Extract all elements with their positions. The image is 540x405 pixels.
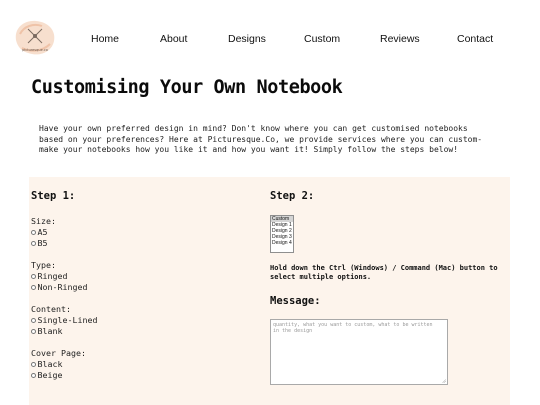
- radio-button[interactable]: [31, 361, 36, 367]
- design-multiselect[interactable]: Custom Design 1 Design 2 Design 3 Design…: [270, 215, 294, 253]
- size-option-b5[interactable]: B5: [31, 238, 48, 248]
- step2-title: Step 2:: [270, 190, 315, 202]
- page-title: Customising Your Own Notebook: [31, 77, 343, 98]
- cover-option-beige[interactable]: Beige: [31, 370, 62, 380]
- type-option-non-ringed[interactable]: Non-Ringed: [31, 282, 87, 292]
- logo-text: picturesque.co: [22, 48, 48, 52]
- radio-button[interactable]: [31, 284, 36, 290]
- intro-paragraph: Have your own preferred design in mind? …: [39, 124, 514, 156]
- radio-button[interactable]: [31, 317, 36, 323]
- message-placeholder: quantity, what you want to custom, what …: [273, 322, 433, 334]
- design-option[interactable]: Design 4: [271, 240, 293, 246]
- type-label: Type:: [31, 260, 56, 270]
- nav-reviews[interactable]: Reviews: [380, 33, 420, 45]
- message-label: Message:: [270, 295, 321, 307]
- nav-custom[interactable]: Custom: [304, 33, 340, 45]
- nav-designs[interactable]: Designs: [228, 33, 266, 45]
- nav-contact[interactable]: Contact: [457, 33, 493, 45]
- size-label: Size:: [31, 216, 56, 226]
- content-option-single-lined[interactable]: Single-Lined: [31, 315, 97, 325]
- radio-button[interactable]: [31, 328, 36, 334]
- main-nav: Home About Designs Custom Reviews Contac…: [0, 33, 540, 47]
- message-textarea[interactable]: quantity, what you want to custom, what …: [270, 319, 448, 385]
- step1-title: Step 1:: [31, 190, 76, 202]
- intro-line: based on your preferences? Here at Pictu…: [39, 134, 483, 144]
- type-option-ringed[interactable]: Ringed: [31, 271, 67, 281]
- resize-handle-icon[interactable]: [442, 379, 446, 383]
- size-option-a5[interactable]: A5: [31, 227, 48, 237]
- nav-about[interactable]: About: [160, 33, 187, 45]
- nav-home[interactable]: Home: [91, 33, 119, 45]
- intro-line: make your notebooks how you like it and …: [39, 145, 459, 154]
- radio-button[interactable]: [31, 240, 36, 246]
- content-option-blank[interactable]: Blank: [31, 326, 62, 336]
- intro-line: Have your own preferred design in mind? …: [39, 124, 468, 133]
- cover-page-label: Cover Page:: [31, 348, 86, 358]
- radio-button[interactable]: [31, 372, 36, 378]
- multiselect-hint: Hold down the Ctrl (Windows) / Command (…: [270, 264, 498, 281]
- radio-button[interactable]: [31, 273, 36, 279]
- content-label: Content:: [31, 304, 71, 314]
- radio-button[interactable]: [31, 229, 36, 235]
- cover-option-black[interactable]: Black: [31, 359, 62, 369]
